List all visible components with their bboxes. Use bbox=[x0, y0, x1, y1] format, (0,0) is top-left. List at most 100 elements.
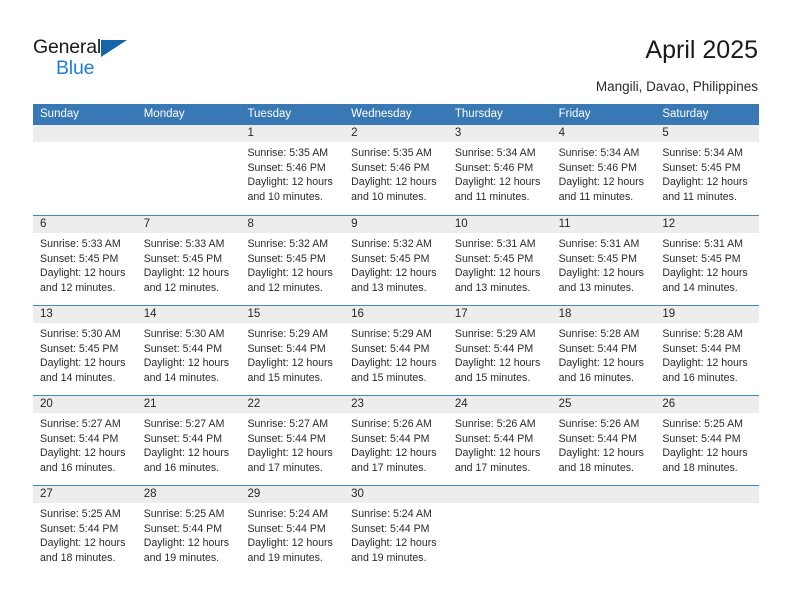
day-number: 26 bbox=[655, 396, 760, 413]
day-detail-line: Daylight: 12 hours bbox=[351, 176, 437, 189]
day-detail-line: Sunset: 5:44 PM bbox=[247, 432, 326, 445]
calendar-day-cell[interactable]: 17 Sunrise: 5:29 AM Sunset: 5:44 PM Dayligh… bbox=[447, 306, 552, 395]
day-details: Sunrise: 5:29 AM Sunset: 5:44 PM Daylight:… bbox=[344, 323, 448, 385]
calendar-day-cell[interactable]: 18 Sunrise: 5:28 AM Sunset: 5:44 PM Dayligh… bbox=[551, 306, 656, 395]
day-detail-line: Sunrise: 5:31 AM bbox=[662, 238, 743, 250]
day-details: Sunrise: 5:26 AM Sunset: 5:44 PM Daylight:… bbox=[552, 413, 656, 475]
calendar-day-cell-empty bbox=[551, 486, 656, 575]
day-detail-line: Sunrise: 5:29 AM bbox=[454, 328, 536, 340]
calendar-day-cell-empty bbox=[136, 125, 241, 215]
weekday-header-sunday: Sunday bbox=[40, 108, 80, 120]
day-number: 29 bbox=[240, 486, 345, 503]
day-detail-line: Sunrise: 5:32 AM bbox=[351, 238, 432, 250]
generalblue-logo[interactable]: General Blue bbox=[33, 36, 153, 84]
day-number: 19 bbox=[655, 306, 760, 323]
calendar-day-cell[interactable]: 1 Sunrise: 5:35 AM Sunset: 5:46 PM Daylight… bbox=[240, 125, 345, 215]
calendar-day-cell[interactable]: 6 Sunrise: 5:33 AM Sunset: 5:45 PM Daylight… bbox=[33, 216, 137, 305]
calendar-day-cell[interactable]: 28 Sunrise: 5:25 AM Sunset: 5:44 PM Dayligh… bbox=[136, 486, 241, 575]
day-detail-line: and 13 minutes. bbox=[558, 281, 634, 294]
day-number: 2 bbox=[344, 125, 448, 142]
day-detail-line: Sunrise: 5:34 AM bbox=[558, 147, 640, 159]
day-number: 20 bbox=[33, 396, 137, 413]
day-details: Sunrise: 5:35 AM Sunset: 5:46 PM Daylight:… bbox=[240, 142, 344, 204]
calendar-day-cell[interactable]: 30 Sunrise: 5:24 AM Sunset: 5:44 PM Dayligh… bbox=[344, 486, 448, 575]
calendar-day-cell[interactable]: 27 Sunrise: 5:25 AM Sunset: 5:44 PM Dayligh… bbox=[33, 486, 137, 575]
calendar-day-cell[interactable]: 25 Sunrise: 5:26 AM Sunset: 5:44 PM Dayligh… bbox=[551, 396, 656, 485]
day-detail-line: and 17 minutes. bbox=[247, 461, 323, 474]
day-number: 24 bbox=[447, 396, 552, 413]
day-details bbox=[655, 503, 759, 507]
calendar-day-cell[interactable]: 8 Sunrise: 5:32 AM Sunset: 5:45 PM Daylight… bbox=[240, 216, 345, 305]
day-detail-line: Daylight: 12 hours bbox=[351, 537, 437, 550]
calendar-day-cell[interactable]: 12 Sunrise: 5:31 AM Sunset: 5:45 PM Dayligh… bbox=[655, 216, 760, 305]
day-details: Sunrise: 5:28 AM Sunset: 5:44 PM Daylight:… bbox=[552, 323, 656, 385]
day-details: Sunrise: 5:26 AM Sunset: 5:44 PM Daylight:… bbox=[448, 413, 552, 475]
day-detail-line: and 18 minutes. bbox=[40, 551, 116, 564]
calendar-day-cell[interactable]: 3 Sunrise: 5:34 AM Sunset: 5:46 PM Daylight… bbox=[447, 125, 552, 215]
day-detail-line: Sunset: 5:44 PM bbox=[558, 432, 637, 445]
day-details: Sunrise: 5:30 AM Sunset: 5:45 PM Daylight:… bbox=[33, 323, 137, 385]
day-detail-line: and 16 minutes. bbox=[558, 371, 634, 384]
day-details: Sunrise: 5:35 AM Sunset: 5:46 PM Daylight:… bbox=[344, 142, 448, 204]
calendar-day-cell[interactable]: 26 Sunrise: 5:25 AM Sunset: 5:44 PM Dayligh… bbox=[655, 396, 760, 485]
day-detail-line: Sunrise: 5:25 AM bbox=[40, 508, 121, 520]
day-detail-line: Sunset: 5:45 PM bbox=[247, 252, 326, 265]
day-number: 16 bbox=[344, 306, 448, 323]
day-detail-line: Daylight: 12 hours bbox=[143, 267, 230, 280]
calendar-day-cell[interactable]: 23 Sunrise: 5:26 AM Sunset: 5:44 PM Dayligh… bbox=[344, 396, 448, 485]
day-number: 21 bbox=[136, 396, 241, 413]
day-detail-line: Sunset: 5:44 PM bbox=[454, 342, 534, 355]
calendar-day-cell[interactable]: 19 Sunrise: 5:28 AM Sunset: 5:44 PM Dayligh… bbox=[655, 306, 760, 395]
day-detail-line: Sunset: 5:45 PM bbox=[351, 252, 430, 265]
day-number bbox=[33, 125, 137, 142]
day-number: 4 bbox=[551, 125, 656, 142]
calendar-day-cell[interactable]: 10 Sunrise: 5:31 AM Sunset: 5:45 PM Dayligh… bbox=[447, 216, 552, 305]
day-detail-line: Sunrise: 5:34 AM bbox=[454, 147, 536, 159]
calendar-day-cell[interactable]: 7 Sunrise: 5:33 AM Sunset: 5:45 PM Daylight… bbox=[136, 216, 241, 305]
day-detail-line: Sunset: 5:44 PM bbox=[351, 432, 430, 445]
day-details: Sunrise: 5:34 AM Sunset: 5:46 PM Daylight:… bbox=[552, 142, 656, 204]
day-detail-line: Sunset: 5:44 PM bbox=[351, 342, 430, 355]
calendar-day-cell[interactable]: 11 Sunrise: 5:31 AM Sunset: 5:45 PM Dayligh… bbox=[551, 216, 656, 305]
day-detail-line: Sunset: 5:46 PM bbox=[247, 161, 326, 174]
day-detail-line: and 10 minutes. bbox=[351, 190, 427, 203]
calendar-day-cell[interactable]: 16 Sunrise: 5:29 AM Sunset: 5:44 PM Dayligh… bbox=[344, 306, 448, 395]
day-details: Sunrise: 5:26 AM Sunset: 5:44 PM Daylight:… bbox=[344, 413, 448, 475]
calendar-day-cell[interactable]: 4 Sunrise: 5:34 AM Sunset: 5:46 PM Daylight… bbox=[551, 125, 656, 215]
calendar-day-cell[interactable]: 2 Sunrise: 5:35 AM Sunset: 5:46 PM Daylight… bbox=[344, 125, 448, 215]
calendar-day-cell[interactable]: 29 Sunrise: 5:24 AM Sunset: 5:44 PM Dayligh… bbox=[240, 486, 345, 575]
calendar-day-cell[interactable]: 13 Sunrise: 5:30 AM Sunset: 5:45 PM Dayligh… bbox=[33, 306, 137, 395]
calendar-day-cell[interactable]: 20 Sunrise: 5:27 AM Sunset: 5:44 PM Dayligh… bbox=[33, 396, 137, 485]
day-detail-line: Daylight: 12 hours bbox=[662, 267, 748, 280]
weekday-header-wednesday: Wednesday bbox=[351, 108, 412, 120]
calendar-day-cell[interactable]: 14 Sunrise: 5:30 AM Sunset: 5:44 PM Dayligh… bbox=[136, 306, 241, 395]
day-number: 14 bbox=[136, 306, 241, 323]
day-detail-line: Sunset: 5:45 PM bbox=[662, 252, 741, 265]
day-details: Sunrise: 5:25 AM Sunset: 5:44 PM Daylight:… bbox=[33, 503, 137, 565]
logo-text-blue: Blue bbox=[56, 57, 95, 79]
day-detail-line: Daylight: 12 hours bbox=[558, 447, 644, 460]
day-detail-line: Daylight: 12 hours bbox=[454, 267, 541, 280]
day-detail-line: and 14 minutes. bbox=[662, 281, 738, 294]
day-detail-line: Sunset: 5:44 PM bbox=[247, 522, 326, 535]
day-number: 9 bbox=[344, 216, 448, 233]
calendar-day-cell[interactable]: 9 Sunrise: 5:32 AM Sunset: 5:45 PM Daylight… bbox=[344, 216, 448, 305]
day-detail-line: Sunrise: 5:31 AM bbox=[558, 238, 640, 250]
calendar-day-cell[interactable]: 24 Sunrise: 5:26 AM Sunset: 5:44 PM Dayligh… bbox=[447, 396, 552, 485]
day-number: 30 bbox=[344, 486, 448, 503]
calendar-day-cell[interactable]: 15 Sunrise: 5:29 AM Sunset: 5:44 PM Dayligh… bbox=[240, 306, 345, 395]
calendar-day-cell[interactable]: 22 Sunrise: 5:27 AM Sunset: 5:44 PM Dayligh… bbox=[240, 396, 345, 485]
calendar-day-cell[interactable]: 5 Sunrise: 5:34 AM Sunset: 5:45 PM Daylight… bbox=[655, 125, 760, 215]
day-detail-line: Sunset: 5:45 PM bbox=[40, 342, 119, 355]
day-detail-line: Sunrise: 5:24 AM bbox=[351, 508, 432, 520]
calendar-day-cell[interactable]: 21 Sunrise: 5:27 AM Sunset: 5:44 PM Dayligh… bbox=[136, 396, 241, 485]
day-detail-line: Daylight: 12 hours bbox=[454, 357, 541, 370]
day-detail-line: Sunset: 5:44 PM bbox=[143, 432, 223, 445]
day-detail-line: Daylight: 12 hours bbox=[247, 537, 333, 550]
weekday-header-tuesday: Tuesday bbox=[247, 108, 292, 120]
day-detail-line: Sunset: 5:44 PM bbox=[40, 432, 119, 445]
day-number: 10 bbox=[447, 216, 552, 233]
day-details bbox=[552, 503, 656, 507]
day-details bbox=[33, 142, 137, 146]
calendar-grid: Sunday Monday Tuesday Wednesday Thursday Frid… bbox=[33, 104, 760, 575]
